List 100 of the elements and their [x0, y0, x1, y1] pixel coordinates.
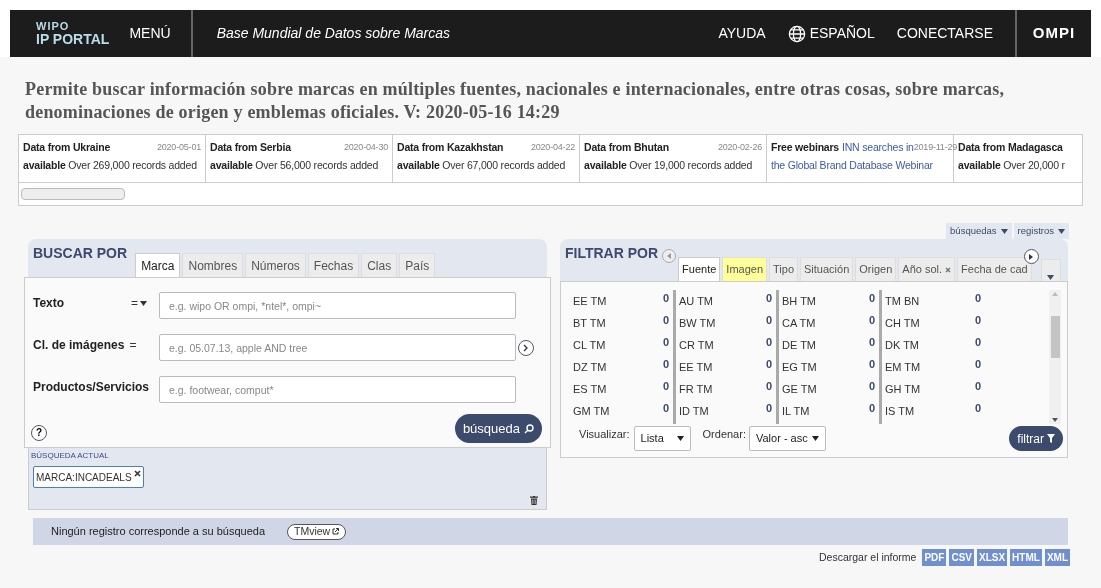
caret-icon: [1058, 228, 1065, 234]
source-label[interactable]: DZ TM: [573, 356, 607, 376]
count: 0: [868, 401, 875, 416]
count: 0: [974, 313, 981, 328]
count: 0: [662, 335, 669, 350]
count: 0: [765, 291, 772, 306]
tab[interactable]: País: [399, 253, 436, 277]
news-item[interactable]: Data from Ukraine 2020-05-01 available Over 269,000 records added: [19, 135, 206, 182]
source-label[interactable]: FR TM: [679, 378, 713, 398]
caret-icon: [1000, 228, 1008, 234]
panel-heading: BUSCAR POR: [32, 244, 129, 263]
source-label[interactable]: CR TM: [679, 334, 714, 354]
caret-icon: [140, 300, 147, 306]
sort-select[interactable]: Valor - asc: [748, 426, 826, 451]
scroll-down-icon[interactable]: [1052, 418, 1058, 422]
news-item[interactable]: Data from Kazakhstan 2020-04-22 available Over 67,000 records added: [393, 135, 580, 182]
scrollbar[interactable]: [1049, 290, 1061, 424]
tab[interactable]: Año sol.: [898, 257, 956, 281]
filter-button[interactable]: filtrar: [1009, 426, 1063, 451]
tab[interactable]: Origen: [855, 257, 897, 281]
nav-link[interactable]: CONECTARSE: [896, 23, 993, 44]
count: 0: [765, 401, 772, 416]
count: 0: [765, 379, 772, 394]
count: 0: [662, 379, 669, 394]
operator-select[interactable]: =: [131, 294, 147, 312]
search-button[interactable]: búsqueda: [454, 414, 542, 443]
source-label[interactable]: DE TM: [782, 334, 817, 354]
tab[interactable]: Clas: [361, 253, 398, 277]
source-label[interactable]: EE TM: [573, 290, 607, 310]
count: 0: [868, 291, 875, 306]
help-button[interactable]: ?: [31, 424, 47, 441]
news-item[interactable]: Data from Serbia 2020-04-30 available Over 56,000 records added: [206, 135, 393, 182]
source-label[interactable]: IS TM: [885, 400, 915, 420]
count: 0: [974, 357, 981, 372]
news-item[interactable]: Data from Bhutan 2020-02-26 available Over 19,000 records added: [580, 135, 767, 182]
menu-dropdown[interactable]: registros: [1013, 223, 1069, 239]
field-label: Productos/Servicios: [33, 379, 150, 396]
tab[interactable]: Tipo: [769, 257, 799, 281]
source-label[interactable]: EM TM: [885, 356, 921, 376]
view-select[interactable]: Lista: [633, 426, 691, 451]
tab[interactable]: Marca: [135, 253, 181, 277]
chevron-right-icon: [523, 343, 529, 352]
chevron-right-icon: [1029, 253, 1034, 260]
caret-icon: [676, 436, 684, 441]
source-label[interactable]: DK TM: [885, 334, 920, 354]
count: 0: [765, 335, 772, 350]
source-label[interactable]: CA TM: [782, 312, 816, 332]
download-label: Descargar el informe: [818, 549, 917, 565]
source-label[interactable]: TM BN: [885, 290, 920, 310]
tab[interactable]: Imagen: [722, 257, 768, 281]
source-label[interactable]: ID TM: [679, 400, 709, 420]
count: 0: [765, 357, 772, 372]
count: 0: [868, 379, 875, 394]
tab[interactable]: Fuente: [678, 257, 721, 281]
description-text: Permite buscar información sobre marcas en múltiples fuentes, nacionales e internacionales, entre otras cosas, sobre marcas, denominaciones de origen y emblemas oficiales. V: 2020-05-16 14:29: [24, 78, 1006, 124]
source-label[interactable]: GE TM: [782, 378, 817, 398]
close-icon[interactable]: [133, 470, 141, 477]
source-label[interactable]: BT TM: [573, 312, 606, 332]
tabs-menu-button[interactable]: [1040, 259, 1061, 281]
select-label: Ordenar:: [702, 427, 746, 442]
scroll-thumb[interactable]: [1050, 316, 1060, 358]
source-label[interactable]: CH TM: [885, 312, 920, 332]
source-label[interactable]: ES TM: [573, 378, 607, 398]
funnel-icon: [1047, 434, 1055, 443]
menu-dropdown[interactable]: búsquedas: [946, 223, 1012, 239]
search-icon: [524, 423, 534, 434]
text-field[interactable]: e.g. 05.07.13, apple AND tree: [159, 334, 516, 361]
source-label[interactable]: CL TM: [573, 334, 606, 354]
nav-link[interactable]: AYUDA: [718, 23, 766, 44]
operator-select[interactable]: =: [129, 336, 137, 354]
tmview-link[interactable]: TMview: [287, 523, 347, 540]
menu-button[interactable]: MENÚ: [129, 10, 193, 57]
text-field[interactable]: e.g. wipo OR ompi, *ntel*, ompi~: [159, 292, 516, 319]
source-label[interactable]: AU TM: [679, 290, 714, 310]
select-label: Visualizar:: [579, 427, 630, 442]
section-heading: BÚSQUEDA ACTUAL: [31, 450, 110, 462]
source-label[interactable]: GM TM: [573, 400, 610, 420]
source-label[interactable]: BW TM: [679, 312, 716, 332]
tab[interactable]: Fecha de cad: [957, 257, 1032, 281]
scroll-thumb[interactable]: [21, 188, 125, 200]
search-chip[interactable]: MARCA:INCADEALS: [33, 466, 144, 488]
source-label[interactable]: EG TM: [782, 356, 817, 376]
source-label[interactable]: GH TM: [885, 378, 921, 398]
source-label[interactable]: BH TM: [782, 290, 817, 310]
caret-icon: [811, 436, 819, 441]
text-field[interactable]: e.g. footwear, comput*: [159, 376, 516, 403]
tab[interactable]: Fechas: [307, 253, 360, 277]
field-label: Cl. de imágenes: [33, 337, 125, 354]
trash-icon[interactable]: [530, 496, 538, 505]
panel-heading: FILTRAR POR: [564, 244, 660, 263]
tab[interactable]: Números: [245, 253, 306, 277]
source-label[interactable]: IL TM: [782, 400, 810, 420]
count: 0: [662, 313, 669, 328]
language-link[interactable]: ESPAÑOL: [787, 23, 875, 44]
source-label[interactable]: EE TM: [679, 356, 713, 376]
tab[interactable]: Nombres: [182, 253, 244, 277]
count: 0: [974, 335, 981, 350]
tab[interactable]: Situación: [800, 257, 854, 281]
count: 0: [662, 291, 669, 306]
next-button[interactable]: [518, 339, 534, 356]
